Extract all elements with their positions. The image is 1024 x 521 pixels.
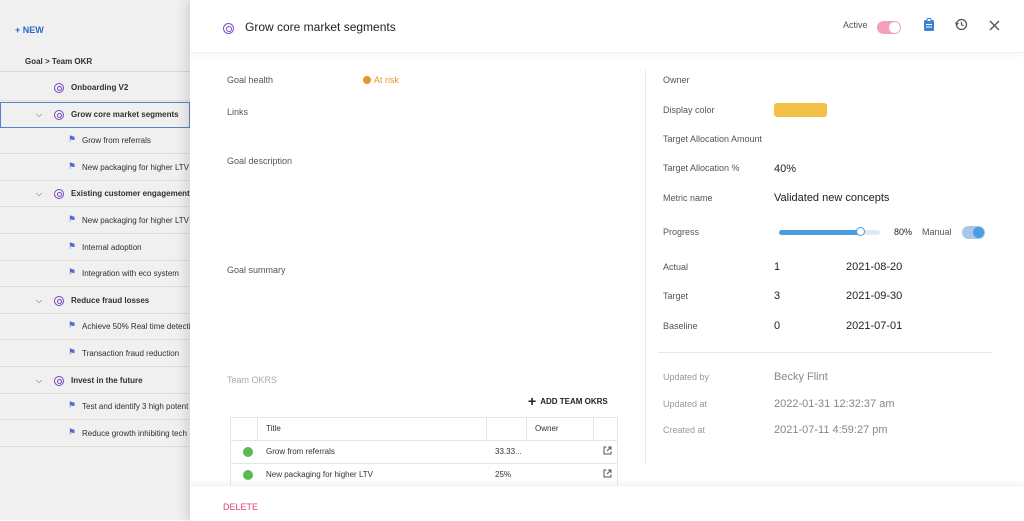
actual-value[interactable]: 1: [774, 261, 780, 273]
meta-divider: [658, 352, 993, 353]
goal-health-status[interactable]: At risk: [363, 75, 399, 85]
updated-by-label: Updated by: [663, 372, 710, 382]
display-color-label: Display color: [663, 105, 715, 115]
metric-name-label: Metric name: [663, 193, 713, 203]
okr-title: Grow from referrals: [266, 447, 335, 456]
target-allocation-amount-label: Target Allocation Amount: [663, 134, 763, 144]
goal-description-label: Goal description: [227, 156, 293, 166]
target-date[interactable]: 2021-09-30: [846, 290, 902, 302]
drawer-footer: DELETE: [190, 485, 1024, 521]
owner-label: Owner: [663, 75, 690, 85]
progress-slider-fill: [779, 230, 860, 235]
progress-percent: 80%: [894, 227, 913, 237]
open-external-icon[interactable]: [603, 446, 612, 455]
add-team-okrs-label: ADD TEAM OKRS: [540, 397, 608, 406]
status-dot-icon: [243, 447, 253, 457]
actual-date[interactable]: 2021-08-20: [846, 261, 902, 273]
okr-progress: 25%: [495, 470, 512, 479]
owner-column-header[interactable]: Owner: [535, 418, 559, 440]
add-team-okrs-button[interactable]: + ADD TEAM OKRS: [528, 393, 608, 409]
created-at-label: Created at: [663, 425, 706, 435]
manual-toggle[interactable]: [962, 226, 985, 239]
target-label: Target: [663, 291, 689, 301]
metric-name-value[interactable]: Validated new concepts: [774, 192, 889, 204]
active-label: Active: [843, 20, 868, 30]
manual-label: Manual: [922, 227, 952, 237]
target-allocation-pct-label: Target Allocation %: [663, 163, 740, 173]
drawer-header: Grow core market segments Active: [190, 0, 1024, 53]
target-value[interactable]: 3: [774, 290, 780, 302]
goal-health-value: At risk: [374, 75, 400, 85]
goal-detail-drawer: Grow core market segments Active Goal he…: [190, 0, 1024, 521]
active-toggle[interactable]: [877, 21, 901, 34]
updated-by-value: Becky Flint: [774, 371, 828, 383]
drawer-title: Grow core market segments: [245, 20, 396, 34]
title-column-header[interactable]: Title: [266, 418, 281, 440]
open-external-icon[interactable]: [603, 469, 612, 478]
actual-label: Actual: [663, 262, 689, 272]
progress-slider-thumb[interactable]: [855, 227, 865, 236]
progress-slider[interactable]: [779, 227, 880, 236]
progress-label: Progress: [663, 227, 700, 237]
team-okrs-table: Title Owner Grow from referrals 33.33...…: [230, 417, 618, 487]
display-color-swatch[interactable]: [774, 103, 827, 117]
table-row[interactable]: New packaging for higher LTV 25%: [231, 464, 617, 487]
table-row[interactable]: Grow from referrals 33.33...: [231, 441, 617, 464]
plus-icon: +: [528, 393, 537, 409]
status-dot-icon: [363, 76, 371, 84]
updated-at-value: 2022-01-31 12:32:37 am: [774, 398, 895, 410]
created-at-value: 2021-07-11 4:59:27 pm: [774, 424, 888, 436]
target-allocation-pct-value[interactable]: 40%: [774, 163, 796, 175]
team-okrs-label: Team OKRS: [227, 375, 278, 385]
links-label: Links: [227, 107, 249, 117]
table-header-row: Title Owner: [231, 418, 617, 441]
clipboard-icon[interactable]: [920, 18, 938, 36]
history-icon[interactable]: [952, 18, 970, 36]
status-dot-icon: [243, 470, 253, 480]
column-divider: [645, 70, 646, 465]
baseline-label: Baseline: [663, 321, 698, 331]
okr-title: New packaging for higher LTV: [266, 470, 374, 479]
baseline-value[interactable]: 0: [774, 320, 780, 332]
goal-target-icon: [223, 23, 234, 34]
close-icon[interactable]: [985, 18, 1003, 36]
goal-summary-label: Goal summary: [227, 265, 286, 275]
updated-at-label: Updated at: [663, 399, 708, 409]
okr-progress: 33.33...: [495, 447, 522, 456]
delete-button[interactable]: DELETE: [223, 502, 258, 512]
baseline-date[interactable]: 2021-07-01: [846, 320, 902, 332]
goal-health-label: Goal health: [227, 75, 274, 85]
